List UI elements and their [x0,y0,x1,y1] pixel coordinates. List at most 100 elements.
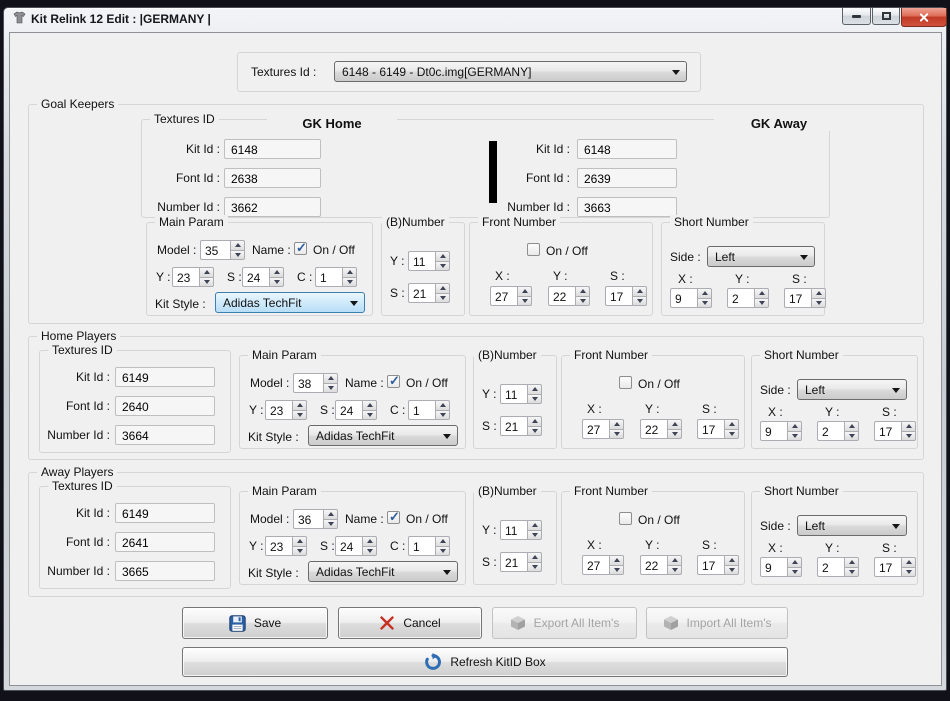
spin-up-icon[interactable] [323,509,338,519]
gk-home-font-id-field[interactable]: 2638 [224,168,321,188]
spin-up-icon[interactable] [667,555,682,565]
maximize-button[interactable] [872,8,900,25]
hp-kit-id-field[interactable]: 6149 [115,367,215,387]
spin-down-icon[interactable] [667,429,682,440]
ap-y-spinner[interactable]: 23 [265,536,307,556]
spin-up-icon[interactable] [844,421,859,431]
spin-down-icon[interactable] [435,410,450,421]
spin-down-icon[interactable] [667,565,682,576]
spin-down-icon[interactable] [575,296,590,307]
spin-down-icon[interactable] [292,546,307,557]
spin-down-icon[interactable] [787,431,802,442]
spin-down-icon[interactable] [754,298,769,309]
gk-front-number-onoff-checkbox[interactable] [527,243,540,256]
spin-down-icon[interactable] [632,296,647,307]
ap-front-s-spinner[interactable]: 17 [697,555,739,575]
spin-up-icon[interactable] [527,416,542,426]
hp-model-spinner[interactable]: 38 [293,373,338,393]
ap-front-number-onoff-checkbox[interactable] [619,512,632,525]
spin-down-icon[interactable] [527,562,542,573]
spin-down-icon[interactable] [517,296,532,307]
spin-down-icon[interactable] [811,298,826,309]
gk-home-kit-id-field[interactable]: 6148 [224,139,321,159]
spin-down-icon[interactable] [435,293,450,304]
spin-down-icon[interactable] [269,277,284,288]
close-button[interactable] [901,8,947,27]
gk-side-select[interactable]: Left [707,246,815,267]
hp-bnumber-y-spinner[interactable]: 11 [500,384,542,404]
spin-down-icon[interactable] [787,567,802,578]
import-all-items-button[interactable]: Import All Item's [646,607,788,639]
spin-up-icon[interactable] [435,536,450,546]
ap-front-y-spinner[interactable]: 22 [640,555,682,575]
hp-front-s-spinner[interactable]: 17 [697,419,739,439]
hp-front-y-spinner[interactable]: 22 [640,419,682,439]
spin-up-icon[interactable] [342,267,357,277]
spin-up-icon[interactable] [199,267,214,277]
ap-number-id-field[interactable]: 3665 [115,561,215,581]
spin-up-icon[interactable] [323,373,338,383]
gk-name-onoff-checkbox[interactable] [294,242,307,255]
gk-kit-style-select[interactable]: Adidas TechFit [215,292,365,313]
spin-down-icon[interactable] [230,250,245,261]
spin-down-icon[interactable] [292,410,307,421]
ap-font-id-field[interactable]: 2641 [115,532,215,552]
spin-up-icon[interactable] [292,536,307,546]
spin-down-icon[interactable] [342,277,357,288]
gk-short-y-spinner[interactable]: 2 [727,288,769,308]
spin-down-icon[interactable] [362,546,377,557]
hp-c-spinner[interactable]: 1 [408,400,450,420]
spin-up-icon[interactable] [517,286,532,296]
hp-short-x-spinner[interactable]: 9 [760,421,802,441]
save-button[interactable]: Save [182,607,328,639]
hp-kit-style-select[interactable]: Adidas TechFit [308,425,458,446]
spin-down-icon[interactable] [609,429,624,440]
spin-up-icon[interactable] [527,384,542,394]
spin-down-icon[interactable] [609,565,624,576]
hp-front-x-spinner[interactable]: 27 [582,419,624,439]
gk-front-x-spinner[interactable]: 27 [490,286,532,306]
spin-up-icon[interactable] [844,557,859,567]
spin-down-icon[interactable] [199,277,214,288]
hp-front-number-onoff-checkbox[interactable] [619,376,632,389]
spin-up-icon[interactable] [609,555,624,565]
spin-up-icon[interactable] [754,288,769,298]
spin-up-icon[interactable] [435,251,450,261]
spin-up-icon[interactable] [724,419,739,429]
spin-up-icon[interactable] [632,286,647,296]
spin-down-icon[interactable] [435,546,450,557]
ap-bnumber-s-spinner[interactable]: 21 [500,552,542,572]
spin-down-icon[interactable] [527,530,542,541]
spin-up-icon[interactable] [269,267,284,277]
spin-down-icon[interactable] [901,431,916,442]
refresh-kitid-box-button[interactable]: Refresh KitID Box [182,647,788,677]
spin-up-icon[interactable] [575,286,590,296]
ap-kit-style-select[interactable]: Adidas TechFit [308,561,458,582]
ap-short-y-spinner[interactable]: 2 [817,557,859,577]
gk-front-y-spinner[interactable]: 22 [548,286,590,306]
spin-down-icon[interactable] [435,261,450,272]
ap-model-spinner[interactable]: 36 [293,509,338,529]
hp-side-select[interactable]: Left [797,379,907,400]
spin-up-icon[interactable] [362,536,377,546]
hp-y-spinner[interactable]: 23 [265,400,307,420]
spin-up-icon[interactable] [230,240,245,250]
gk-c-spinner[interactable]: 1 [315,267,357,287]
spin-up-icon[interactable] [667,419,682,429]
hp-s-spinner[interactable]: 24 [335,400,377,420]
spin-down-icon[interactable] [323,383,338,394]
spin-up-icon[interactable] [901,557,916,567]
spin-down-icon[interactable] [362,410,377,421]
hp-short-s-spinner[interactable]: 17 [874,421,916,441]
spin-up-icon[interactable] [527,520,542,530]
gk-y-spinner[interactable]: 23 [172,267,214,287]
textures-id-select[interactable]: 6148 - 6149 - Dt0c.img[GERMANY] [334,61,687,82]
ap-front-x-spinner[interactable]: 27 [582,555,624,575]
spin-down-icon[interactable] [901,567,916,578]
spin-up-icon[interactable] [787,557,802,567]
hp-name-onoff-checkbox[interactable] [387,375,400,388]
spin-up-icon[interactable] [811,288,826,298]
ap-side-select[interactable]: Left [797,515,907,536]
ap-short-x-spinner[interactable]: 9 [760,557,802,577]
hp-number-id-field[interactable]: 3664 [115,425,215,445]
